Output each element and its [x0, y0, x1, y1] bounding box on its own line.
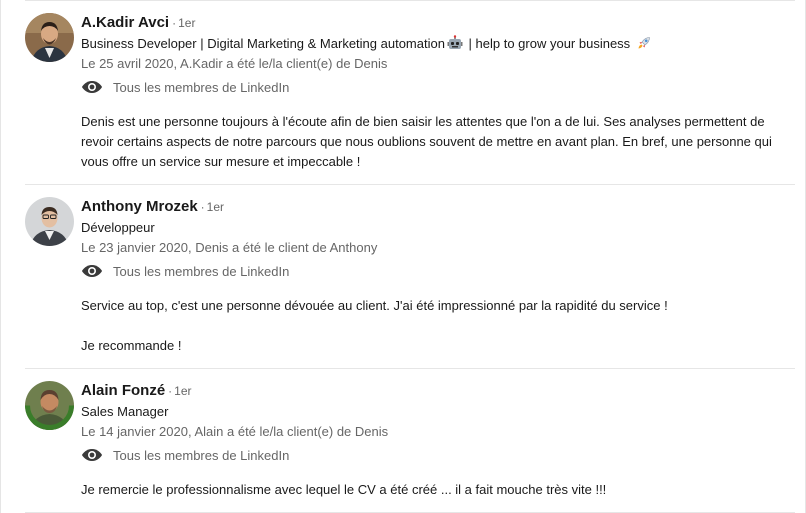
profile-photo-icon: [25, 381, 74, 430]
recommendation-item: A.Kadir Avci · 1er Business Developer | Di…: [25, 12, 789, 180]
visibility-label: Tous les membres de LinkedIn: [113, 447, 290, 463]
divider: [25, 184, 795, 185]
recommender-name[interactable]: Anthony Mrozek: [81, 198, 198, 215]
recommender-headline: Développeur: [81, 220, 155, 235]
recommendation-paragraph: Denis est une personne toujours à l'écou…: [81, 114, 772, 169]
visibility-label: Tous les membres de LinkedIn: [113, 263, 290, 279]
recommendation-paragraph: Je remercie le professionnalisme avec le…: [81, 482, 607, 497]
eye-icon: [81, 263, 103, 279]
profile-photo-icon: [25, 197, 74, 246]
recommendation-paragraph: Service au top, c'est une personne dévou…: [81, 298, 668, 313]
recommendation-item: Alain Fonzé · 1er Sales Manager Le 14 janv…: [25, 380, 789, 510]
recommender-headline: Business Developer | Digital Marketing &…: [81, 34, 789, 54]
visibility-label: Tous les membres de LinkedIn: [113, 79, 290, 95]
visibility-row: Tous les membres de LinkedIn: [81, 259, 789, 283]
robot-emoji-icon: [447, 35, 463, 57]
recommendations-panel: A.Kadir Avci · 1er Business Developer | Di…: [0, 0, 806, 513]
visibility-row: Tous les membres de LinkedIn: [81, 443, 789, 467]
headline-text: Business Developer | Digital Marketing &…: [81, 36, 445, 51]
separator-dot: ·: [200, 200, 205, 214]
avatar[interactable]: [25, 381, 74, 430]
name-line: Alain Fonzé · 1er: [81, 380, 789, 402]
separator-dot: ·: [168, 384, 173, 398]
recommendation-date: Le 25 avril 2020, A.Kadir a été le/la cl…: [81, 56, 388, 71]
recommender-name[interactable]: A.Kadir Avci: [81, 14, 169, 31]
eye-icon: [81, 447, 103, 463]
name-line: Anthony Mrozek · 1er: [81, 196, 789, 218]
recommendation-date: Le 14 janvier 2020, Alain a été le/la cl…: [81, 424, 389, 439]
connection-degree: 1er: [206, 200, 225, 214]
recommendation-item: Anthony Mrozek · 1er Développeur Le 23 jan…: [25, 196, 789, 358]
recommendation-text: Denis est une personne toujours à l'écou…: [81, 112, 789, 172]
headline-text-continued: | help to grow your business: [464, 36, 634, 51]
recommender-headline: Sales Manager: [81, 404, 169, 419]
visibility-row: Tous les membres de LinkedIn: [81, 75, 789, 99]
eye-icon: [81, 79, 103, 95]
recommender-name[interactable]: Alain Fonzé: [81, 382, 165, 399]
connection-degree: 1er: [178, 16, 196, 30]
divider: [25, 0, 795, 1]
separator-dot: ·: [172, 16, 177, 30]
recommendation-text: Service au top, c'est une personne dévou…: [81, 296, 789, 356]
profile-photo-icon: [25, 13, 74, 62]
avatar[interactable]: [25, 197, 74, 246]
avatar[interactable]: [25, 13, 74, 62]
name-line: A.Kadir Avci · 1er: [81, 12, 789, 34]
recommendation-text: Je remercie le professionnalisme avec le…: [81, 480, 789, 500]
recommendation-date: Le 23 janvier 2020, Denis a été le clien…: [81, 240, 378, 255]
recommendation-paragraph: Je recommande !: [81, 338, 182, 353]
connection-degree: 1er: [174, 384, 192, 398]
divider: [25, 368, 795, 369]
rocket-emoji-icon: [636, 35, 652, 57]
